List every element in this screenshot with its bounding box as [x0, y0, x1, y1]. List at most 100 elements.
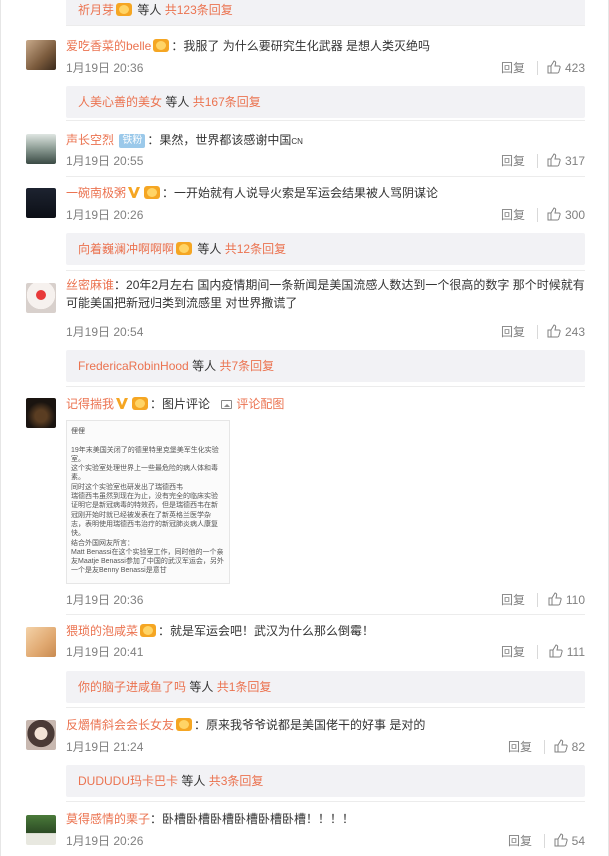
avatar[interactable] [26, 720, 56, 750]
comment-image-text: 俚俚 19年末美国关闭了的德里特里克堡美军生化实验室。 这个实验室处理世界上一些… [71, 428, 224, 575]
like-count: 110 [565, 593, 585, 607]
comment-time: 1月19日 20:36 [66, 593, 144, 607]
comment-time: 1月19日 20:54 [66, 325, 144, 339]
comment-meta: 1月19日 20:54 回复 243 [66, 323, 585, 341]
reply-button[interactable]: 回复 [501, 206, 525, 224]
reply-button[interactable]: 回复 [501, 591, 525, 609]
subreply-summary[interactable]: DUDUDU玛卡巴卡 等人 共3条回复 [66, 765, 585, 797]
subreply-others-label: 等人 [189, 680, 214, 694]
like-button[interactable]: 243 [547, 323, 585, 341]
subreply-user[interactable]: 向着巍澜冲啊啊啊 [78, 242, 174, 256]
comment-time: 1月19日 20:26 [66, 208, 144, 222]
cn-tag: CN [291, 137, 303, 146]
like-button[interactable]: 317 [547, 152, 585, 170]
comment-text: ：一开始就有人说导火索是军运会结果被人骂阴谋论 [162, 186, 439, 200]
like-count: 423 [564, 61, 585, 75]
subreply-count-link[interactable]: 共3条回复 [209, 774, 264, 788]
subreply-user[interactable]: 人美心善的美女 [78, 95, 162, 109]
comment-meta: 1月19日 20:26 回复 300 [66, 206, 585, 224]
subreply-user[interactable]: FredericaRobinHood [78, 359, 189, 373]
avatar[interactable] [26, 815, 56, 845]
divider [544, 834, 545, 848]
reply-button[interactable]: 回复 [508, 738, 532, 756]
comment-image[interactable]: 俚俚 19年末美国关闭了的德里特里克堡美军生化实验室。 这个实验室处理世界上一些… [66, 420, 230, 584]
image-comment-label: 评论配图 [236, 397, 285, 411]
like-count: 300 [564, 208, 585, 222]
comment-time: 1月19日 20:41 [66, 645, 144, 659]
comment-username[interactable]: 爱吃香菜的belle [66, 39, 151, 53]
avatar[interactable] [26, 134, 56, 164]
divider [66, 801, 585, 802]
subreply-summary[interactable]: FredericaRobinHood 等人 共7条回复 [66, 350, 585, 382]
subreply-count-link[interactable]: 共167条回复 [193, 95, 261, 109]
comment-text: ：图片评论 [150, 397, 211, 411]
subreply-summary[interactable]: 人美心善的美女 等人 共167条回复 [66, 86, 585, 118]
divider [66, 386, 585, 387]
comment-username[interactable]: 一碗南极粥 [66, 186, 126, 200]
divider [537, 154, 538, 168]
comment-meta: 1月19日 21:24 回复 82 [66, 738, 585, 756]
vip-badge-icon [116, 3, 133, 16]
subreply-summary[interactable]: 你的脑子进咸鱼了吗 等人 共1条回复 [66, 671, 585, 703]
like-count: 243 [564, 325, 585, 339]
reply-button[interactable]: 回复 [508, 832, 532, 850]
like-button[interactable]: 423 [547, 59, 585, 77]
like-button[interactable]: 54 [554, 832, 585, 850]
comment-username[interactable]: 记得揣我 [66, 397, 114, 411]
subreply-user[interactable]: DUDUDU玛卡巴卡 [78, 774, 178, 788]
image-comment-link[interactable]: 评论配图 [221, 397, 284, 411]
comment-username[interactable]: 丝密麻谁 [66, 278, 114, 292]
reply-button[interactable]: 回复 [501, 643, 525, 661]
vip-badge-icon [153, 39, 170, 52]
comment-body: 记得揣我 ：图片评论 评论配图 [66, 394, 585, 414]
reply-button[interactable]: 回复 [501, 152, 525, 170]
subreply-user[interactable]: 你的脑子进咸鱼了吗 [78, 680, 186, 694]
comment-username[interactable]: 猥琐的泡咸菜 [66, 624, 138, 638]
subreply-count-link[interactable]: 共1条回复 [217, 680, 272, 694]
avatar[interactable] [26, 188, 56, 218]
avatar[interactable] [26, 627, 56, 657]
divider [66, 120, 585, 121]
subreply-user[interactable]: 祈月芽 [78, 3, 114, 17]
thumbs-up-icon [547, 60, 561, 74]
divider [537, 645, 538, 659]
comment-username[interactable]: 声长空烈 [66, 133, 114, 147]
divider [537, 208, 538, 222]
subreply-summary[interactable]: 祈月芽 等人 共123条回复 [66, 0, 585, 26]
thumbs-up-icon [547, 324, 561, 338]
thumbs-up-icon [547, 207, 561, 221]
vip-badge-icon [176, 718, 193, 731]
reply-button[interactable]: 回复 [501, 59, 525, 77]
comment-meta: 1月19日 20:36 回复 423 [66, 59, 585, 77]
comment-time: 1月19日 20:55 [66, 154, 144, 168]
verified-v-icon [128, 187, 141, 198]
comment-body: 反爝倩斜会会长女友 ：原来我爷爷说都是美国佬干的好事 是对的 [66, 715, 585, 735]
comment-body: 爱吃香菜的belle ：我服了 为什么要研究生化武器 是想人类灭绝吗 [66, 36, 585, 56]
thumbs-up-icon [547, 153, 561, 167]
comment-username[interactable]: 莫得感情的栗子 [66, 812, 150, 826]
verified-v-icon [116, 398, 129, 409]
avatar[interactable] [26, 398, 56, 428]
like-button[interactable]: 82 [554, 738, 585, 756]
thumbs-up-icon [549, 644, 563, 658]
like-button[interactable]: 110 [548, 591, 585, 609]
like-button[interactable]: 300 [547, 206, 585, 224]
avatar[interactable] [26, 40, 56, 70]
subreply-count-link[interactable]: 共12条回复 [225, 242, 286, 256]
subreply-count-link[interactable]: 共7条回复 [219, 359, 274, 373]
comment-text: ：20年2月左右 国内疫情期间一条新闻是美国流感人数达到一个很高的数字 那个时候… [66, 278, 585, 310]
thumbs-up-icon [554, 739, 568, 753]
divider [66, 176, 585, 177]
subreply-others-label: 等人 [137, 3, 162, 17]
comment-body: 声长空烈 铁粉 ：果然，世界都该感谢中国CN [66, 130, 585, 152]
divider [537, 593, 538, 607]
like-count: 54 [571, 834, 585, 848]
subreply-summary[interactable]: 向着巍澜冲啊啊啊 等人 共12条回复 [66, 233, 585, 265]
divider [537, 325, 538, 339]
like-button[interactable]: 111 [549, 643, 585, 661]
subreply-count-link[interactable]: 共123条回复 [165, 3, 233, 17]
avatar[interactable] [26, 283, 56, 313]
reply-button[interactable]: 回复 [501, 323, 525, 341]
vip-badge-icon [176, 242, 193, 255]
comment-username[interactable]: 反爝倩斜会会长女友 [66, 718, 174, 732]
